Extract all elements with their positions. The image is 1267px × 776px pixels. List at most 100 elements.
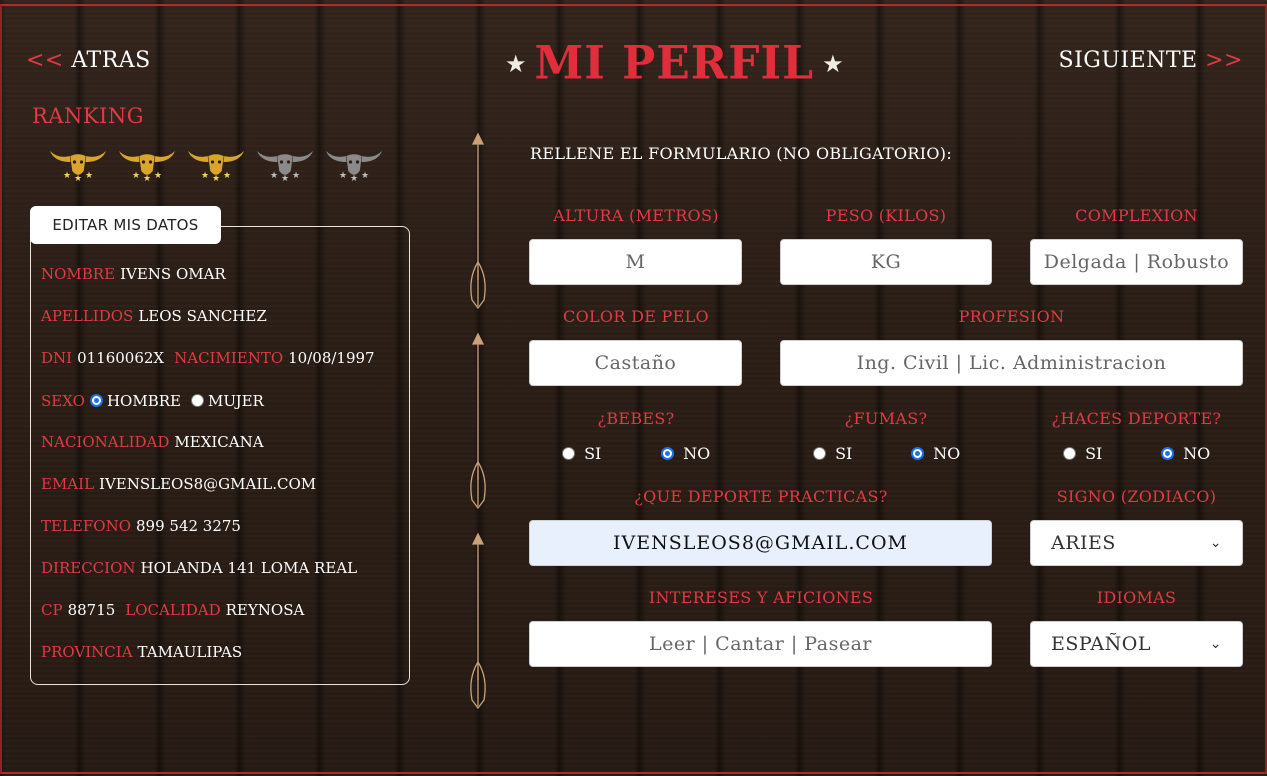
dni-label: DNI <box>41 349 73 367</box>
bebes-no-radio[interactable] <box>661 447 674 460</box>
localidad-value: REYNOSA <box>225 601 305 619</box>
bebes-label: ¿BEBES? <box>597 409 675 428</box>
pelo-label: COLOR DE PELO <box>563 307 709 326</box>
bebes-si-radio[interactable] <box>562 447 575 460</box>
complexion-input[interactable] <box>1030 239 1243 285</box>
ranking-star-filled-icon: ★ ★ ★ <box>188 151 244 183</box>
apellidos-label: APELLIDOS <box>41 307 134 325</box>
nombre-label: NOMBRE <box>41 265 116 283</box>
next-link[interactable]: SIGUIENTE >> <box>1059 48 1244 73</box>
svg-text:★: ★ <box>132 171 140 181</box>
que-deporte-input[interactable] <box>529 520 992 566</box>
deporte-no-radio[interactable] <box>1161 447 1174 460</box>
svg-text:★: ★ <box>201 171 209 181</box>
peso-label: PESO (KILOS) <box>825 206 947 225</box>
fumas-si-label: SI <box>835 444 853 463</box>
row-email: EMAIL IVENSLEOS8@GMAIL.COM <box>41 475 316 493</box>
next-label: SIGUIENTE <box>1058 48 1198 73</box>
row-apellidos: APELLIDOS LEOS SANCHEZ <box>41 307 267 325</box>
fumas-no-radio[interactable] <box>911 447 924 460</box>
deporte-si-option[interactable]: SI <box>1063 444 1102 463</box>
altura-input[interactable] <box>529 239 742 285</box>
ranking-label: RANKING <box>32 104 144 128</box>
bebes-no-label: NO <box>683 444 711 463</box>
deporte-no-option[interactable]: NO <box>1161 444 1210 463</box>
row-sexo: SEXO HOMBRE MUJER <box>41 392 264 410</box>
sexo-hombre-radio[interactable] <box>89 394 103 407</box>
profesion-label: PROFESION <box>958 307 1065 326</box>
nacimiento-value: 10/08/1997 <box>288 349 375 367</box>
signo-select[interactable]: ARIES ⌄ <box>1030 520 1243 566</box>
page-title: ★ MI PERFIL ★ <box>505 36 844 91</box>
deporte-si-radio[interactable] <box>1063 447 1076 460</box>
que-deporte-label: ¿QUE DEPORTE PRACTICAS? <box>634 487 888 506</box>
complexion-label: COMPLEXION <box>1075 206 1198 225</box>
nacionalidad-label: NACIONALIDAD <box>41 433 170 451</box>
altura-label: ALTURA (METROS) <box>553 206 719 225</box>
bebes-no-option[interactable]: NO <box>661 444 710 463</box>
chevron-down-icon: ⌄ <box>1209 535 1222 551</box>
signo-value: ARIES <box>1051 532 1116 554</box>
fumas-no-option[interactable]: NO <box>911 444 960 463</box>
svg-text:★: ★ <box>74 174 82 183</box>
fumas-label: ¿FUMAS? <box>844 409 928 428</box>
svg-text:★: ★ <box>270 171 278 181</box>
provincia-value: TAMAULIPAS <box>137 643 243 661</box>
svg-text:★: ★ <box>350 174 358 183</box>
cp-label: CP <box>41 601 63 619</box>
svg-text:★: ★ <box>212 174 220 183</box>
fumas-si-radio[interactable] <box>813 447 826 460</box>
edit-profile-button[interactable]: EDITAR MIS DATOS <box>30 206 221 244</box>
signo-label: SIGNO (ZODIACO) <box>1056 487 1217 506</box>
svg-text:★: ★ <box>223 171 231 181</box>
sexo-mujer-radio[interactable] <box>190 394 204 407</box>
row-provincia: PROVINCIA TAMAULIPAS <box>41 643 242 661</box>
dni-value: 01160062X <box>77 349 165 367</box>
sexo-mujer-label: MUJER <box>207 392 264 410</box>
ranking-star-empty-icon: ★ ★ ★ <box>257 151 313 183</box>
row-nombre: NOMBRE IVENS OMAR <box>41 265 226 283</box>
svg-text:★: ★ <box>85 171 93 181</box>
svg-text:★: ★ <box>281 174 289 183</box>
pelo-input[interactable] <box>529 340 742 386</box>
page-title-text: MI PERFIL <box>534 36 815 91</box>
nombre-value: IVENS OMAR <box>120 265 226 283</box>
svg-text:★: ★ <box>292 171 300 181</box>
idiomas-label: IDIOMAS <box>1096 588 1177 607</box>
back-label: ATRAS <box>71 48 151 73</box>
telefono-label: TELEFONO <box>41 517 131 535</box>
svg-text:★: ★ <box>361 171 369 181</box>
intereses-label: INTERESES Y AFICIONES <box>648 588 874 607</box>
ranking-star-filled-icon: ★ ★ ★ <box>119 151 175 183</box>
ranking-star-filled-icon: ★ ★ ★ <box>50 151 106 183</box>
row-nacionalidad: NACIONALIDAD MEXICANA <box>41 433 264 451</box>
back-link[interactable]: << ATRAS <box>26 48 151 73</box>
email-value: IVENSLEOS8@GMAIL.COM <box>99 475 317 493</box>
idiomas-select[interactable]: ESPAÑOL ⌄ <box>1030 621 1243 667</box>
nacionalidad-value: MEXICANA <box>174 433 264 451</box>
intereses-input[interactable] <box>529 621 992 667</box>
fumas-si-option[interactable]: SI <box>813 444 852 463</box>
row-telefono: TELEFONO 899 542 3275 <box>41 517 241 535</box>
svg-text:★: ★ <box>339 171 347 181</box>
telefono-value: 899 542 3275 <box>136 517 241 535</box>
bebes-si-option[interactable]: SI <box>562 444 601 463</box>
arrow-divider-icon <box>470 132 486 710</box>
svg-text:★: ★ <box>143 174 151 183</box>
cp-value: 88715 <box>67 601 116 619</box>
profesion-input[interactable] <box>780 340 1243 386</box>
row-direccion: DIRECCION HOLANDA 141 LOMA REAL <box>41 559 357 577</box>
sexo-label: SEXO <box>41 392 85 410</box>
star-icon: ★ <box>505 49 527 78</box>
peso-input[interactable] <box>780 239 992 285</box>
fumas-no-label: NO <box>933 444 961 463</box>
form-intro: RELLENE EL FORMULARIO (NO OBLIGATORIO): <box>530 144 953 163</box>
sexo-hombre-label: HOMBRE <box>106 392 181 410</box>
row-dni: DNI 01160062X NACIMIENTO 10/08/1997 <box>41 349 375 367</box>
ranking-star-empty-icon: ★ ★ ★ <box>326 151 382 183</box>
direccion-value: HOLANDA 141 LOMA REAL <box>140 559 358 577</box>
apellidos-value: LEOS SANCHEZ <box>138 307 267 325</box>
ranking-stars: ★ ★ ★ ★ ★ ★ ★ ★ ★ ★ ★ ★ ★ ★ ★ <box>48 143 384 183</box>
email-label: EMAIL <box>41 475 95 493</box>
svg-text:★: ★ <box>154 171 162 181</box>
